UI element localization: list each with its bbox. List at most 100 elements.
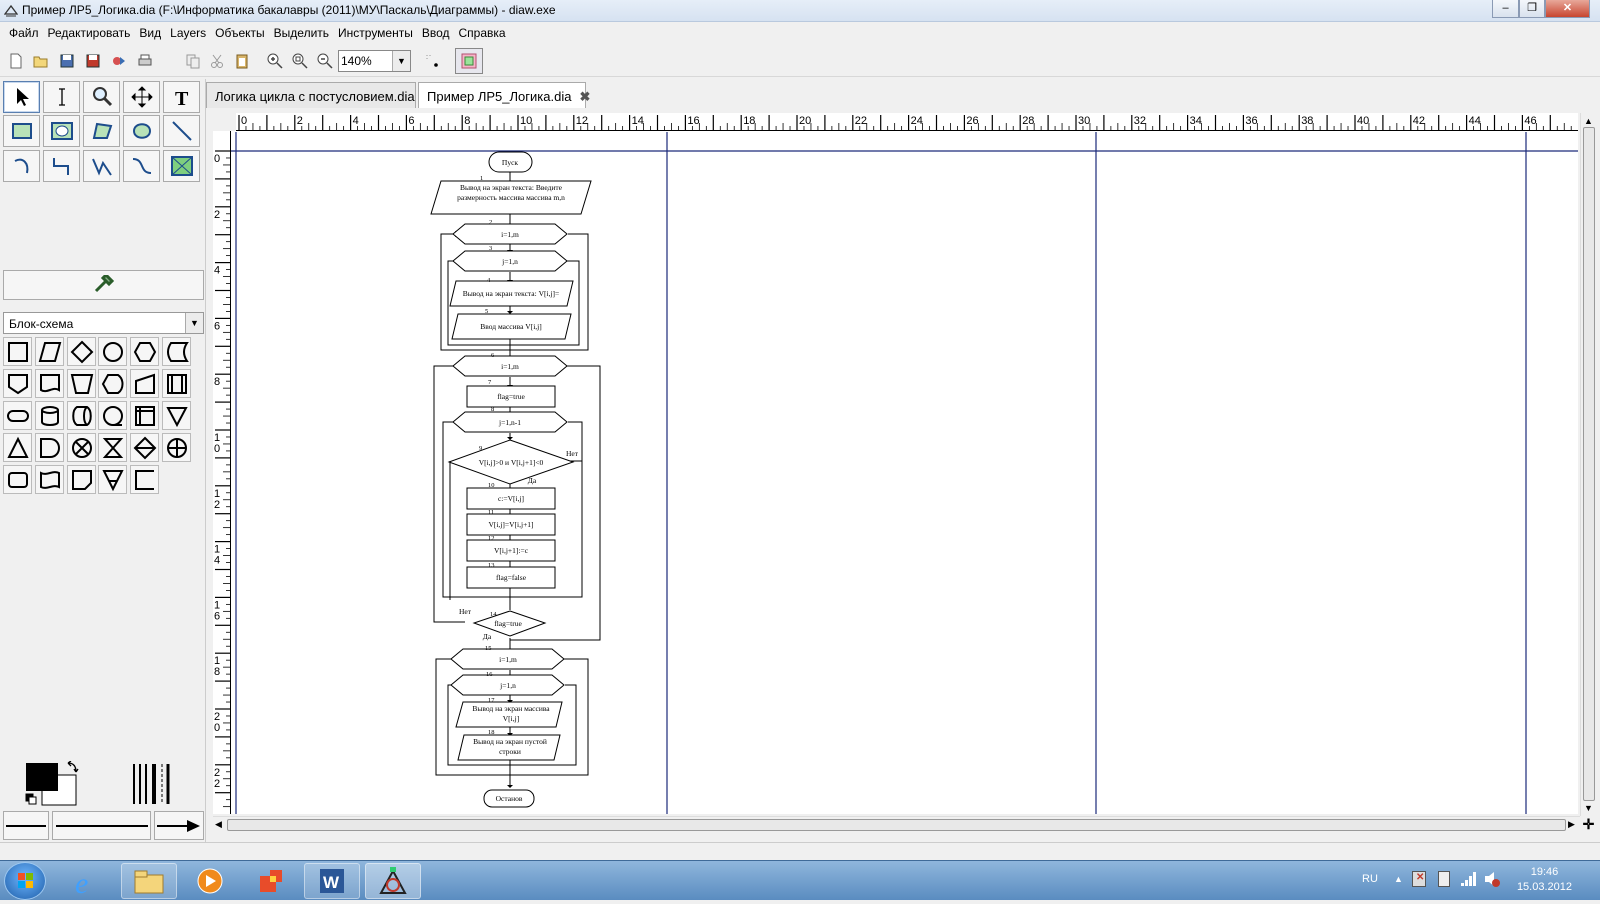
language-indicator[interactable]: RU	[1362, 873, 1378, 885]
annotation-shape[interactable]	[130, 465, 159, 494]
chevron-down-icon[interactable]: ▼	[185, 313, 203, 333]
internal-storage-shape[interactable]	[130, 401, 159, 430]
cut-icon[interactable]	[206, 50, 228, 72]
node-15[interactable]: i=1,m	[499, 655, 517, 664]
tray-chevron-icon[interactable]: ▲	[1394, 874, 1403, 884]
document-shape[interactable]	[35, 369, 64, 398]
ie-taskbar-icon[interactable]: e	[60, 863, 116, 899]
zoom-combobox[interactable]: ▼	[338, 50, 411, 72]
snap-grid-icon[interactable]	[420, 50, 446, 72]
zoom-in-icon[interactable]	[264, 50, 286, 72]
decision-shape[interactable]	[67, 337, 96, 366]
delay-shape[interactable]	[35, 433, 64, 462]
diagram-canvas[interactable]: Пуск Вывод на экран текста: Введите разм…	[231, 131, 1578, 814]
punched-tape-shape[interactable]	[35, 465, 64, 494]
explorer-taskbar-icon[interactable]	[121, 863, 177, 899]
node-6[interactable]: i=1,m	[501, 362, 519, 371]
zoom-input[interactable]	[341, 53, 391, 69]
copy-icon[interactable]	[182, 50, 204, 72]
connector-shape[interactable]	[98, 337, 127, 366]
node-17[interactable]: Вывод на экран массива V[i,j]	[466, 704, 556, 724]
direct-data-shape[interactable]	[67, 401, 96, 430]
sequential-data-shape[interactable]	[98, 401, 127, 430]
node-11[interactable]: V[i,j]=V[i,j+1]	[488, 520, 533, 529]
end-node[interactable]: Останов	[496, 794, 523, 803]
text-edit-tool[interactable]	[43, 81, 80, 113]
scroll-tool[interactable]	[123, 81, 160, 113]
node-13[interactable]: flag=false	[496, 573, 527, 582]
node-5[interactable]: Ввод массива V[i,j]	[480, 322, 542, 331]
dia-taskbar-icon[interactable]	[365, 863, 421, 899]
maximize-button[interactable]: ❐	[1519, 0, 1545, 18]
vertical-scrollbar[interactable]: ▲ ▼	[1580, 113, 1597, 816]
manual-input-shape[interactable]	[130, 369, 159, 398]
data-shape[interactable]	[35, 337, 64, 366]
usb-icon[interactable]	[1438, 871, 1450, 887]
scroll-left-icon[interactable]: ◀	[215, 819, 222, 830]
zoom-fit-icon[interactable]	[289, 50, 311, 72]
node-9[interactable]: V[i,j]>0 и V[i,j+1]<0	[479, 458, 544, 467]
text-tool[interactable]: T	[163, 81, 200, 113]
scroll-down-icon[interactable]: ▼	[1584, 803, 1593, 813]
volume-mute-icon[interactable]	[1484, 871, 1500, 887]
zoom-out-icon[interactable]	[314, 50, 336, 72]
magnify-tool[interactable]	[83, 81, 120, 113]
beziergon-tool[interactable]	[123, 115, 160, 147]
menu-input[interactable]: Ввод	[413, 23, 450, 40]
menu-help[interactable]: Справка	[450, 23, 506, 40]
vertical-scroll-thumb[interactable]	[1583, 127, 1595, 801]
polygon-tool[interactable]	[83, 115, 120, 147]
node-10[interactable]: c:=V[i,j]	[498, 494, 524, 503]
alternate-process-shape[interactable]	[3, 465, 32, 494]
open-icon[interactable]	[30, 50, 52, 72]
tab-logic-loop[interactable]: Логика цикла с постусловием.dia✖	[206, 82, 434, 108]
summing-junction-shape[interactable]	[67, 433, 96, 462]
node-2[interactable]: i=1,m	[501, 230, 519, 239]
snap-object-icon[interactable]	[455, 48, 483, 74]
collate-shape[interactable]	[98, 433, 127, 462]
offpage-shape[interactable]	[3, 369, 32, 398]
network-error-icon[interactable]: ✕	[1412, 871, 1426, 887]
node-1[interactable]: Вывод на экран текста: Введите размернос…	[441, 183, 581, 203]
tab-example-lr5[interactable]: Пример ЛР5_Логика.dia ✖	[418, 82, 590, 109]
signal-icon[interactable]	[1460, 871, 1476, 887]
menu-tools[interactable]: Инструменты	[329, 23, 413, 40]
or-shape[interactable]	[162, 433, 191, 462]
media-player-taskbar-icon[interactable]	[182, 863, 238, 899]
close-icon[interactable]: ✖	[579, 89, 590, 105]
node-4[interactable]: Вывод на экран текста: V[i,j]=	[463, 289, 560, 298]
line-width-selector[interactable]	[130, 762, 176, 806]
image-tool[interactable]	[163, 150, 200, 182]
paste-icon[interactable]	[231, 50, 253, 72]
preparation-shape[interactable]	[130, 337, 159, 366]
clock[interactable]: 19:46 15.03.2012	[1517, 865, 1572, 895]
menu-objects[interactable]: Объекты	[206, 23, 265, 40]
close-button[interactable]: ✕	[1545, 0, 1590, 18]
minimize-button[interactable]: –	[1492, 0, 1519, 18]
color-selector[interactable]	[24, 761, 82, 809]
polyline-tool[interactable]	[83, 150, 120, 182]
stored-data-shape[interactable]	[162, 337, 191, 366]
line-style-selector[interactable]	[52, 811, 151, 840]
node-14[interactable]: flag=true	[494, 619, 522, 628]
select-tool[interactable]	[3, 81, 40, 113]
card-shape[interactable]	[67, 465, 96, 494]
properties-button[interactable]	[3, 270, 204, 300]
node-12[interactable]: V[i,j+1]:=c	[494, 546, 529, 555]
print-icon[interactable]	[134, 50, 156, 72]
save-icon[interactable]	[56, 50, 78, 72]
node-8[interactable]: j=1,n-1	[498, 418, 521, 427]
process-shape[interactable]	[3, 337, 32, 366]
menu-layers[interactable]: Layers	[161, 23, 206, 40]
menu-view[interactable]: Вид	[130, 23, 161, 40]
app-taskbar-icon[interactable]	[243, 863, 299, 899]
zigzag-tool[interactable]	[43, 150, 80, 182]
node-18[interactable]: Вывод на экран пустой строки	[466, 737, 554, 757]
end-arrow-selector[interactable]	[154, 811, 204, 840]
bezier-tool[interactable]	[123, 150, 160, 182]
box-tool[interactable]	[3, 115, 40, 147]
new-icon[interactable]	[5, 50, 27, 72]
terminal-shape[interactable]	[3, 401, 32, 430]
menu-file[interactable]: Файл	[0, 23, 39, 40]
scroll-right-icon[interactable]: ▶	[1568, 819, 1575, 830]
